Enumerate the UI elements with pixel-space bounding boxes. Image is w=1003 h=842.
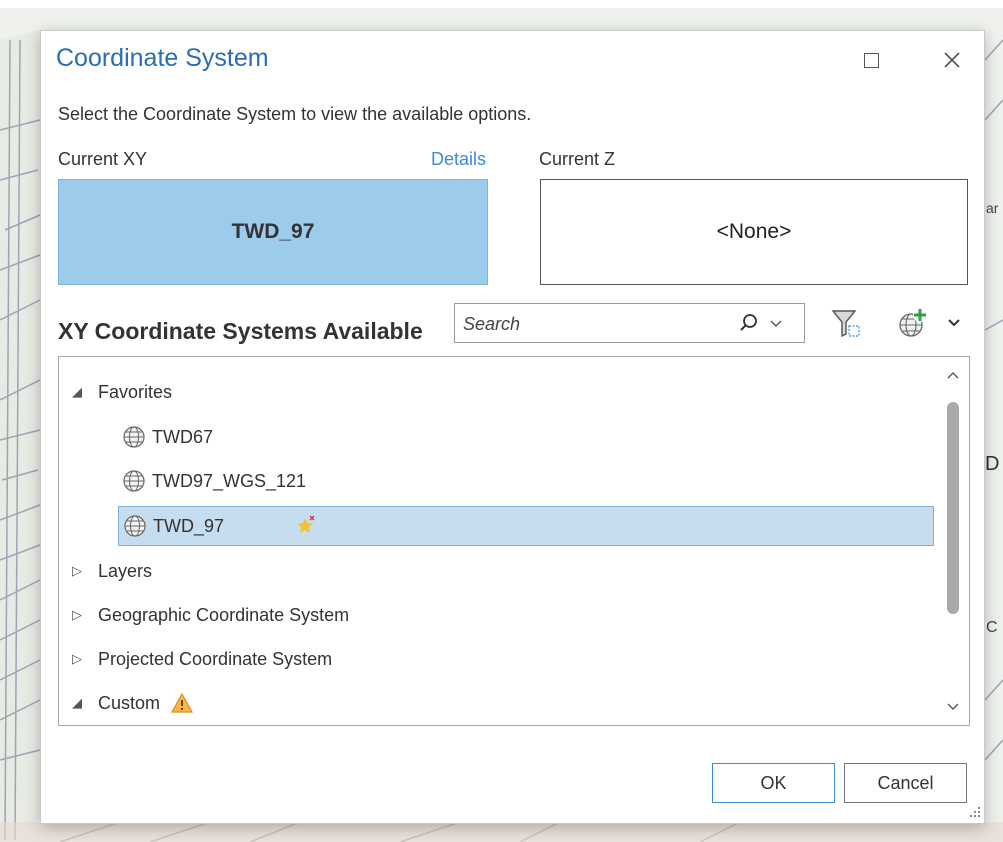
tree-item-twd-97-selected[interactable]: TWD_97 xyxy=(118,506,934,546)
instruction-text: Select the Coordinate System to view the… xyxy=(58,104,532,124)
expand-triangle-icon[interactable]: ▷ xyxy=(72,607,88,623)
globe-icon xyxy=(123,470,145,492)
expand-triangle-icon[interactable]: ▷ xyxy=(72,563,88,579)
favorite-star-icon[interactable] xyxy=(295,515,317,537)
collapse-triangle-icon[interactable]: ◢ xyxy=(72,695,88,711)
map-label-d: D xyxy=(985,453,999,475)
map-label-c: C xyxy=(986,619,998,636)
tree-item-projected[interactable]: ▷ Projected Coordinate System xyxy=(72,639,332,679)
resize-grip-icon[interactable] xyxy=(966,805,982,821)
tree-item-layers[interactable]: ▷ Layers xyxy=(72,551,152,591)
maximize-button[interactable] xyxy=(856,45,886,75)
tree-item-twd67[interactable]: TWD67 xyxy=(122,417,213,457)
map-label-ar: ar xyxy=(986,200,999,216)
search-icon[interactable] xyxy=(738,312,760,334)
tree-item-favorites[interactable]: ◢ Favorites xyxy=(72,372,172,412)
expand-triangle-icon[interactable]: ▷ xyxy=(72,651,88,667)
cancel-button[interactable]: Cancel xyxy=(844,763,967,803)
chevron-down-icon[interactable] xyxy=(768,315,784,331)
add-menu-chevron-icon[interactable] xyxy=(946,315,962,331)
search-input[interactable] xyxy=(461,310,725,338)
close-button[interactable] xyxy=(937,45,967,75)
globe-icon xyxy=(124,515,146,537)
tree-label: Custom xyxy=(98,692,161,713)
search-box[interactable] xyxy=(454,303,805,343)
chevron-up-icon xyxy=(947,372,959,379)
details-link[interactable]: Details xyxy=(431,149,486,170)
tree-label: TWD_97 xyxy=(153,515,225,536)
tree-label: TWD97_WGS_121 xyxy=(152,470,307,491)
coordinate-system-dialog: Coordinate System Select the Coordinate … xyxy=(40,30,985,824)
current-xy-box[interactable]: TWD_97 xyxy=(58,179,488,285)
current-z-value: <None> xyxy=(716,220,792,243)
top-strip xyxy=(0,0,1003,8)
ok-button[interactable]: OK xyxy=(712,763,835,803)
tree-label: TWD67 xyxy=(152,426,214,447)
tree-item-custom[interactable]: ◢ Custom xyxy=(72,683,194,723)
available-heading: XY Coordinate Systems Available xyxy=(58,318,423,344)
filter-icon[interactable] xyxy=(829,306,863,340)
close-icon xyxy=(944,52,960,68)
add-globe-icon[interactable] xyxy=(896,306,930,340)
tree-label: Projected Coordinate System xyxy=(98,648,333,669)
maximize-icon xyxy=(863,52,879,68)
current-xy-label: Current XY xyxy=(58,149,148,169)
current-z-label: Current Z xyxy=(539,149,616,169)
current-z-box[interactable]: <None> xyxy=(540,179,968,285)
tree-label: Favorites xyxy=(98,381,173,402)
current-xy-value: TWD_97 xyxy=(231,220,315,243)
dialog-title: Coordinate System xyxy=(56,44,269,72)
scrollbar-thumb[interactable] xyxy=(947,402,959,614)
warning-icon xyxy=(170,692,194,713)
globe-icon xyxy=(123,426,145,448)
tree-item-twd97-wgs-121[interactable]: TWD97_WGS_121 xyxy=(122,461,306,501)
tree-item-geographic[interactable]: ▷ Geographic Coordinate System xyxy=(72,595,349,635)
scroll-down-button[interactable] xyxy=(943,697,963,717)
scroll-up-button[interactable] xyxy=(943,365,963,385)
chevron-down-icon xyxy=(947,703,959,710)
tree-label: Geographic Coordinate System xyxy=(98,604,350,625)
collapse-triangle-icon[interactable]: ◢ xyxy=(72,384,88,400)
tree-label: Layers xyxy=(98,560,153,581)
coordinate-system-tree: ◢ Favorites TWD67 TWD97_WGS_121 TWD_97 ▷… xyxy=(58,356,970,726)
